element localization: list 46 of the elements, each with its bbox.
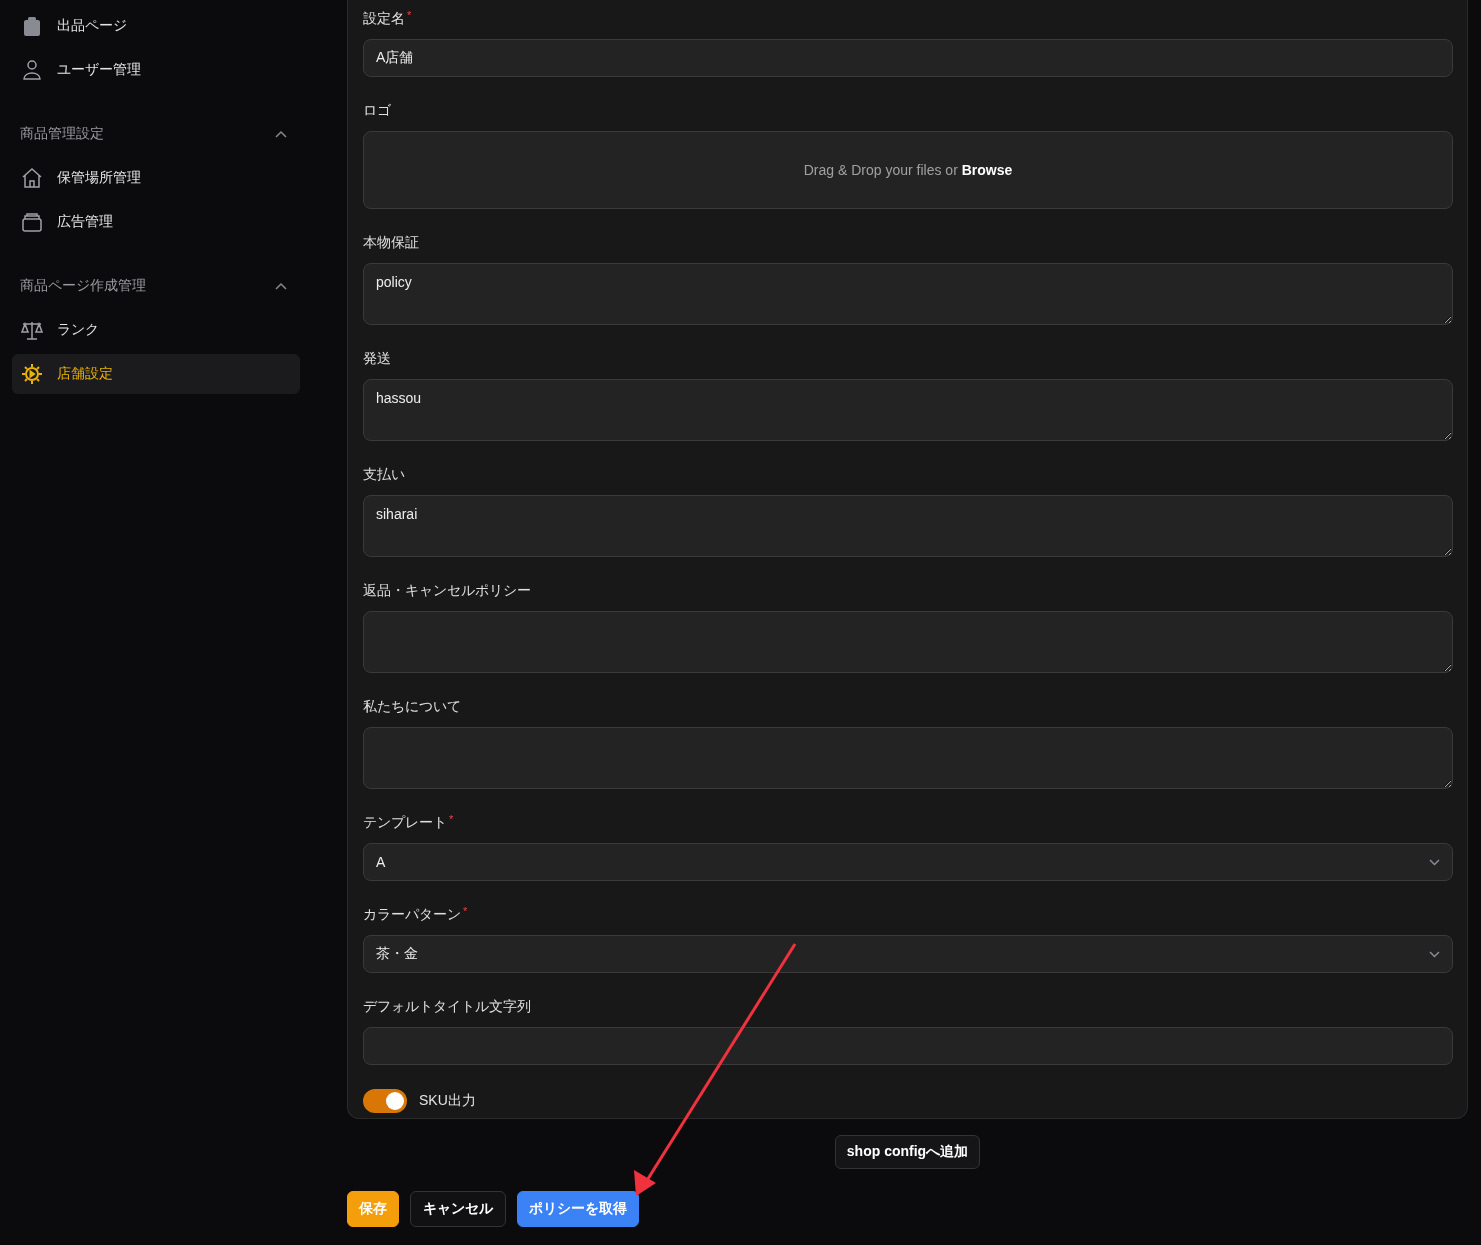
textarea-field[interactable]: siharai bbox=[363, 495, 1453, 557]
chevron-icon[interactable] bbox=[275, 282, 287, 290]
field-label: 発送 bbox=[363, 350, 391, 368]
person-icon bbox=[21, 59, 43, 81]
fetch-policy-button[interactable]: ポリシーを取得 bbox=[517, 1191, 639, 1227]
sidebar-item[interactable]: 保管場所管理 bbox=[12, 158, 300, 198]
sidebar-item[interactable]: 出品ページ bbox=[12, 6, 300, 46]
bag-icon bbox=[21, 15, 43, 37]
select-field[interactable]: 茶・金 bbox=[363, 935, 1453, 973]
textarea-field[interactable] bbox=[363, 727, 1453, 789]
add-config-button[interactable]: shop configへ追加 bbox=[834, 1135, 981, 1169]
section-title: 商品ページ作成管理 bbox=[20, 277, 146, 295]
chevron-down-icon bbox=[1429, 858, 1440, 866]
required-mark: * bbox=[463, 905, 468, 917]
input-field[interactable]: A店舗 bbox=[363, 39, 1453, 77]
field-label: 私たちについて bbox=[363, 698, 461, 716]
field-label: テンプレート bbox=[363, 814, 447, 832]
section-title: 商品管理設定 bbox=[20, 125, 104, 143]
textarea-field[interactable]: hassou bbox=[363, 379, 1453, 441]
sidebar-item[interactable]: ユーザー管理 bbox=[12, 50, 300, 90]
chevron-icon[interactable] bbox=[275, 130, 287, 138]
select-field[interactable]: A bbox=[363, 843, 1453, 881]
cancel-button[interactable]: キャンセル bbox=[410, 1191, 506, 1227]
scale-icon bbox=[21, 319, 43, 341]
tray-icon bbox=[21, 211, 43, 233]
textarea-field[interactable] bbox=[363, 611, 1453, 673]
gear-icon bbox=[21, 363, 43, 385]
file-dropzone[interactable]: Drag & Drop your files or Browse bbox=[363, 131, 1453, 209]
toggle-switch[interactable] bbox=[363, 1089, 407, 1113]
field-label: 返品・キャンセルポリシー bbox=[363, 582, 531, 600]
field-label: デフォルトタイトル文字列 bbox=[363, 998, 531, 1016]
field-label: ロゴ bbox=[363, 102, 391, 120]
field-label: 設定名 bbox=[363, 10, 405, 28]
required-mark: * bbox=[407, 9, 412, 21]
sidebar-item[interactable]: 店舗設定 bbox=[12, 354, 300, 394]
field-label: 本物保証 bbox=[363, 234, 419, 252]
chevron-down-icon bbox=[1429, 950, 1440, 958]
input-field[interactable] bbox=[363, 1027, 1453, 1065]
textarea-field[interactable]: policy bbox=[363, 263, 1453, 325]
sidebar-item[interactable]: 広告管理 bbox=[12, 202, 300, 242]
field-label: カラーパターン bbox=[363, 906, 461, 924]
toggle-label: SKU出力 bbox=[419, 1092, 476, 1110]
field-label: 支払い bbox=[363, 466, 405, 484]
house-icon bbox=[21, 167, 43, 189]
required-mark: * bbox=[449, 813, 454, 825]
sidebar-item[interactable]: ランク bbox=[12, 310, 300, 350]
